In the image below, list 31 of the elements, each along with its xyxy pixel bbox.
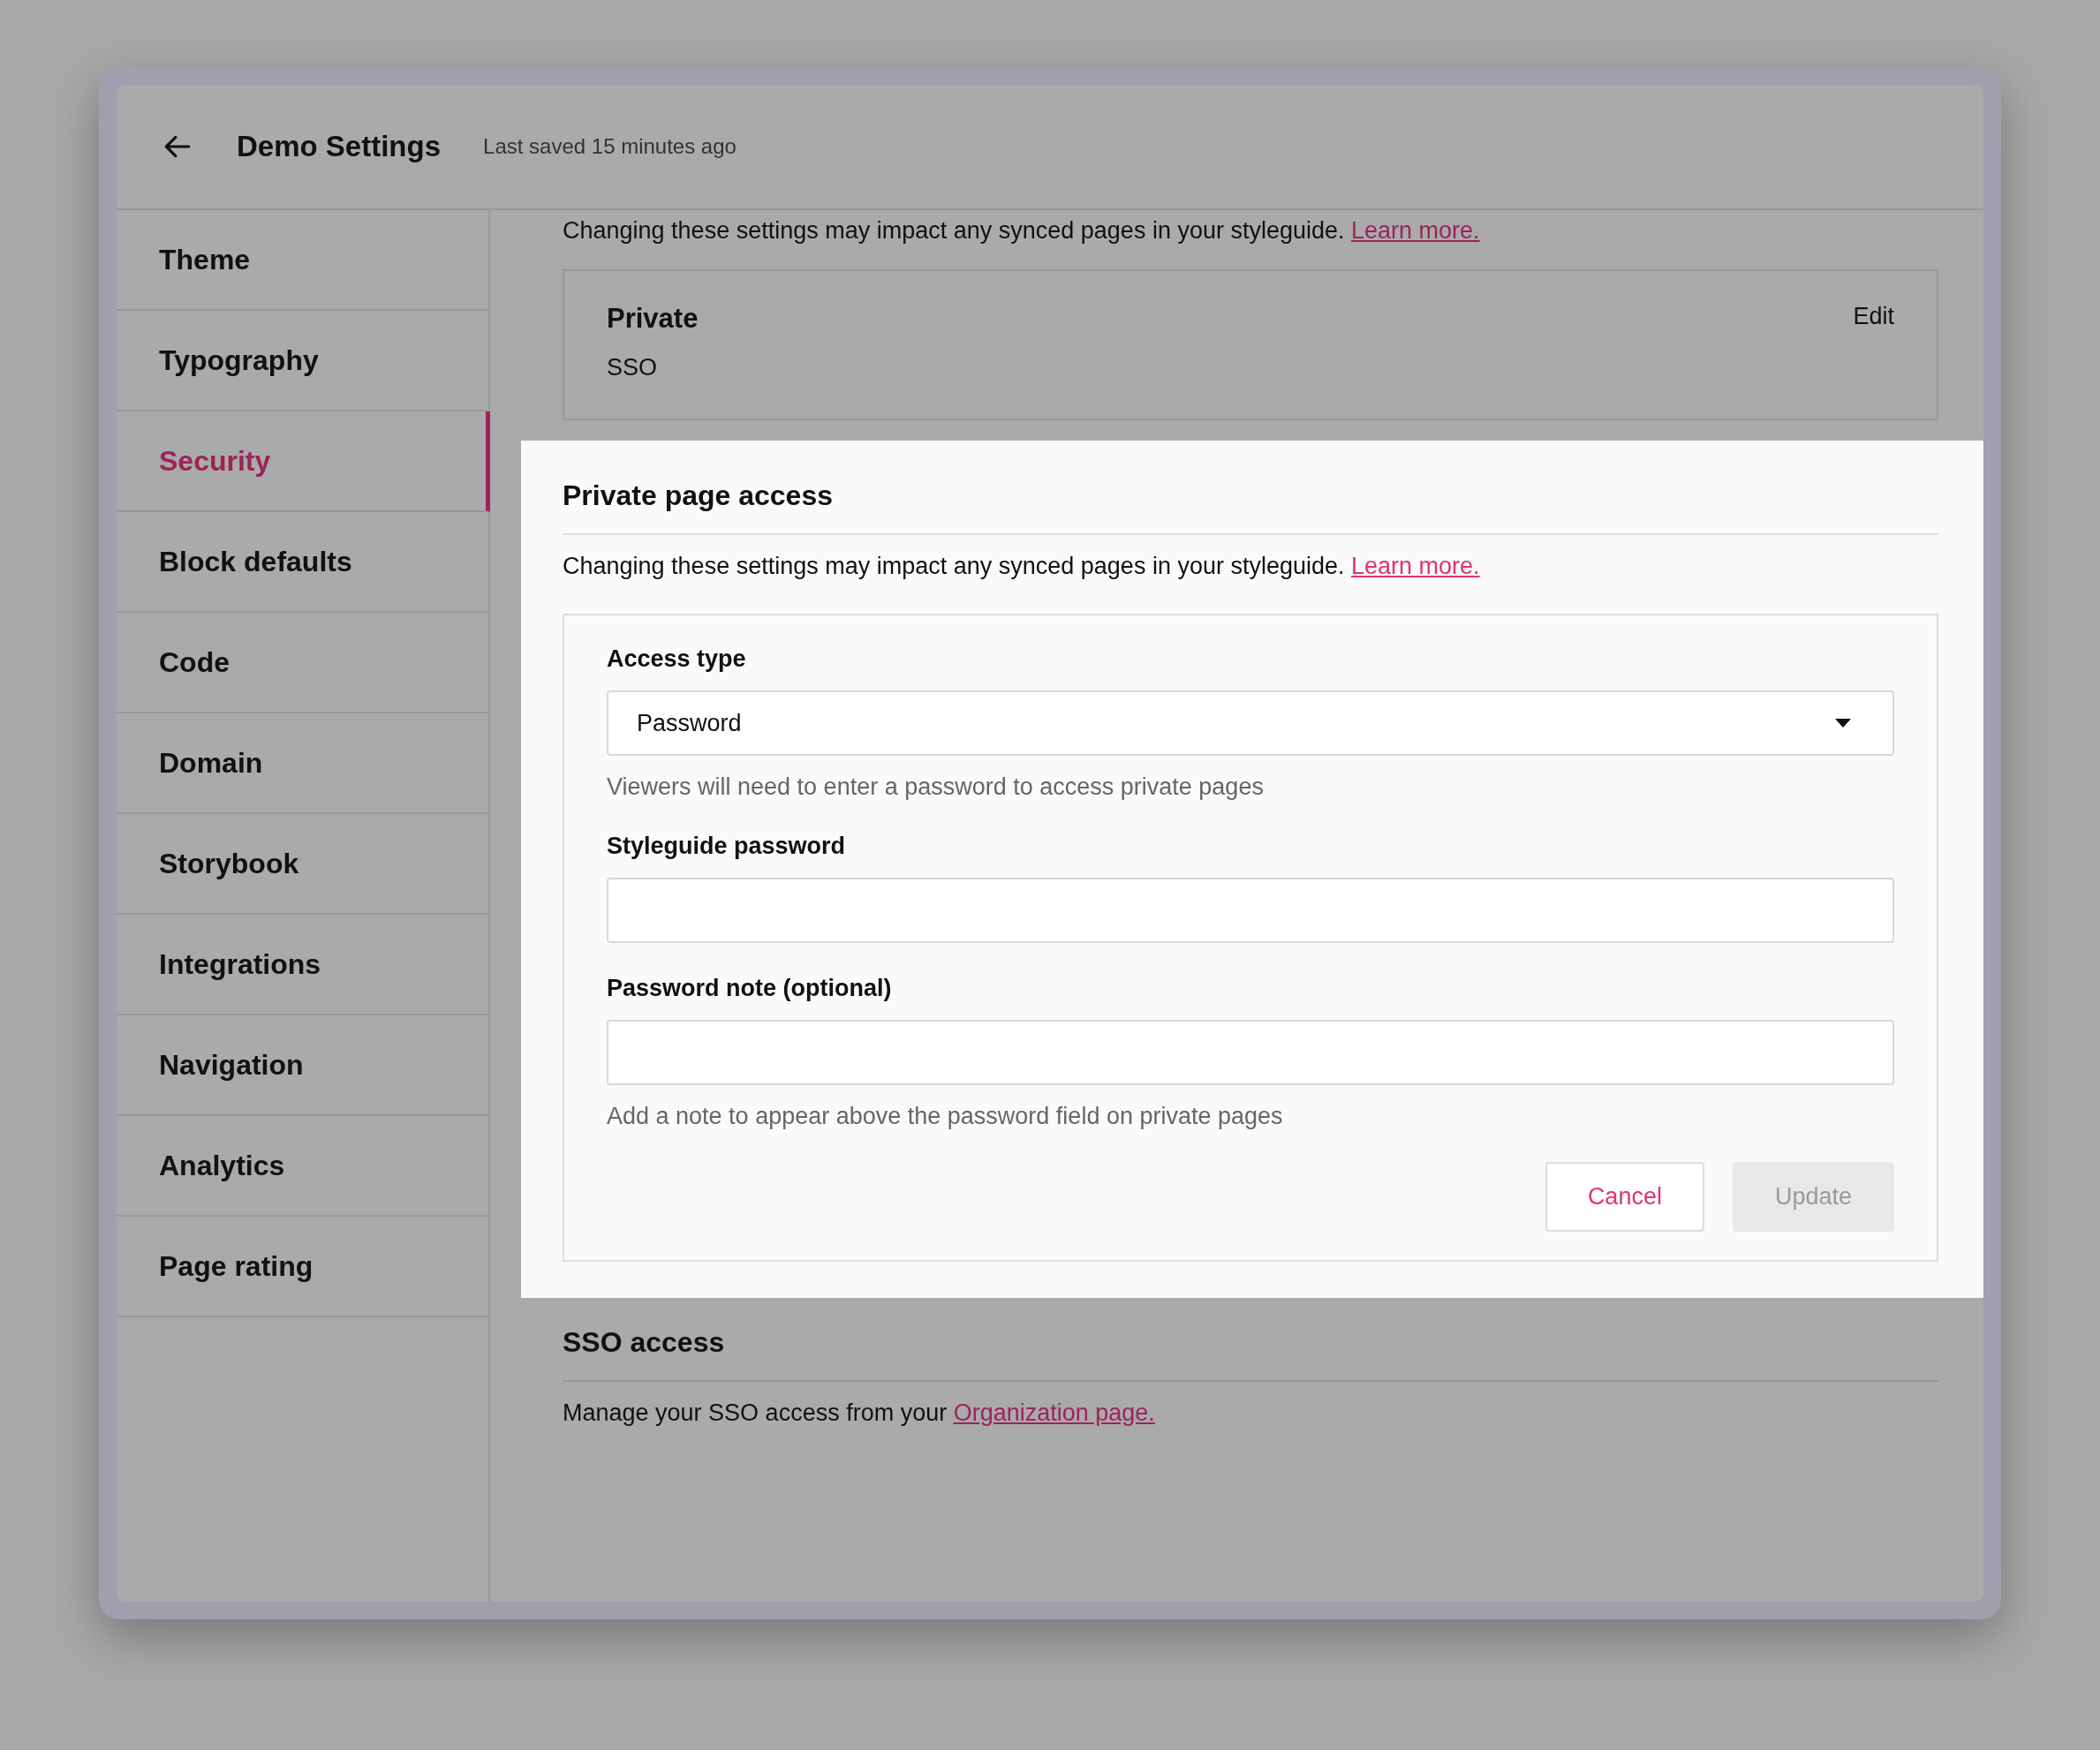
learn-more-link[interactable]: Learn more. [1351,553,1480,579]
field-label: Styleguide password [607,833,847,860]
field-label: Access type [607,645,747,673]
caret-icon [1834,718,1852,728]
sidebar-item[interactable]: Typography [117,311,488,411]
sidebar-item[interactable]: Domain [117,713,488,814]
notice-text: Changing these settings may impact any synced pages in your styleguide. Learn more. [563,217,1481,245]
sidebar-item[interactable]: Analytics [117,1116,488,1217]
cancel-button[interactable]: Cancel [1545,1162,1704,1232]
sidebar-item[interactable]: Block defaults [117,512,488,613]
sso-text: Manage your SSO access from your Organization page. [563,1399,1156,1427]
window-title: Demo Settings [237,130,442,163]
notice-text: Changing these settings may impact any synced pages in your styleguide. Learn more. [563,553,1481,580]
sidebar-item[interactable]: Storybook [117,814,488,915]
sidebar-item[interactable]: Navigation [117,1015,488,1116]
card-title: Private [607,303,699,335]
field-hint: Viewers will need to enter a password to access private pages [607,773,1265,801]
sidebar-item[interactable]: Code [117,613,488,713]
input-field[interactable] [607,1020,1894,1085]
section-title: SSO access [563,1326,1938,1382]
sidebar-item[interactable]: Page rating [117,1217,488,1317]
card-value: SSO [607,354,659,381]
field-hint: Add a note to appear above the password field on private pages [607,1103,1284,1130]
field-label: Password note (optional) [607,975,893,1002]
save-status: Last saved 15 minutes ago [483,134,737,159]
select-field[interactable]: Password [607,690,1894,756]
sidebar-item[interactable]: Integrations [117,915,488,1015]
sidebar-item[interactable]: Theme [117,210,488,311]
edit-link[interactable]: Edit [1853,303,1894,387]
input-field[interactable] [607,878,1894,943]
section-title: Private page access [563,479,1938,535]
